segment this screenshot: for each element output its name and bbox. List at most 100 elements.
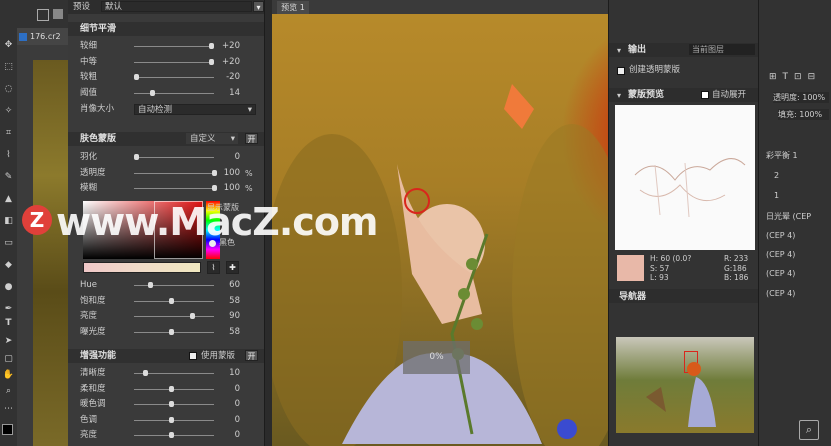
option-icon[interactable] xyxy=(53,9,63,19)
ps-layer-item[interactable]: (CEP 4) xyxy=(766,268,795,279)
eraser-tool-icon[interactable]: ◧ xyxy=(2,216,15,227)
ps-layer-item[interactable]: (CEP 4) xyxy=(766,288,795,299)
crop-tool-icon[interactable]: ⌗ xyxy=(2,128,15,139)
color-r: R: 233 xyxy=(724,254,749,263)
slider-label: 阈值 xyxy=(80,87,98,98)
use-mask-label: 使用蒙版 xyxy=(201,351,236,361)
blur-tool-icon[interactable]: ◆ xyxy=(2,260,15,271)
portrait-size-dropdown[interactable]: 自动检测 ▾ xyxy=(134,104,256,115)
preview-tab-bar xyxy=(272,0,608,14)
slider-thumb[interactable] xyxy=(169,328,175,335)
slider-value: 10 xyxy=(229,368,240,378)
lasso-tool-icon[interactable]: ◌ xyxy=(2,84,15,95)
mask-preview-art xyxy=(634,158,746,218)
pen-tool-icon[interactable]: ✒ xyxy=(2,304,15,315)
ps-layer-item[interactable]: (CEP 4) xyxy=(766,249,795,260)
shape-tool-icon[interactable]: ▢ xyxy=(2,354,15,365)
slider-thumb[interactable] xyxy=(190,313,196,319)
slider-thumb[interactable] xyxy=(169,432,175,438)
navigator-thumbnail[interactable] xyxy=(616,337,754,433)
ps-layer-item[interactable]: 彩平衡 1 xyxy=(766,150,798,161)
progress-text: 0% xyxy=(429,352,444,362)
ps-document-tab[interactable]: 176.cr2 xyxy=(17,28,68,45)
eyedropper-icon[interactable]: ⌇ xyxy=(2,150,15,161)
slider-label: 暖色调 xyxy=(80,399,106,409)
magic-wand-icon[interactable]: ✧ xyxy=(2,106,15,117)
new-mask-checkbox[interactable] xyxy=(617,67,625,75)
eyedropper-plus-icon[interactable]: ✚ xyxy=(226,261,239,274)
dodge-tool-icon[interactable]: ● xyxy=(2,282,15,293)
slider-thumb[interactable] xyxy=(169,385,175,392)
move-tool-icon[interactable]: ✥ xyxy=(2,40,15,51)
color-l: L: 93 xyxy=(650,273,669,282)
ps-layer-item[interactable]: 2 xyxy=(774,170,779,181)
slider-track[interactable] xyxy=(134,77,214,78)
preset-menu-button[interactable]: ▾ xyxy=(253,1,264,12)
slider-track[interactable] xyxy=(134,61,214,63)
slider-value: -20 xyxy=(226,72,240,82)
preview-tab[interactable]: 预览 1 xyxy=(277,1,309,14)
slider-thumb[interactable] xyxy=(134,74,139,80)
slider-thumb[interactable] xyxy=(169,416,175,423)
slider-thumb[interactable] xyxy=(143,370,149,376)
slider-thumb[interactable] xyxy=(134,154,139,160)
stamp-tool-icon[interactable]: ▲ xyxy=(2,194,15,205)
slider-thumb[interactable] xyxy=(169,297,175,304)
ps-layer-item[interactable]: 1 xyxy=(774,190,779,201)
ps-fill-label[interactable]: 填充: 100% xyxy=(778,109,829,120)
slider-row: 亮度 90 xyxy=(68,310,264,323)
slider-thumb[interactable] xyxy=(148,282,154,288)
output-value: 当前图层 xyxy=(692,45,724,54)
output-dropdown[interactable]: 当前图层 xyxy=(689,44,755,55)
ps-opacity-label[interactable]: 透明度: 100% xyxy=(773,92,829,103)
collapse-icon: ▾ xyxy=(617,46,622,55)
use-mask-checkbox[interactable] xyxy=(189,352,197,360)
ps-layer-item[interactable]: (CEP 4) xyxy=(766,230,795,241)
auto-expand-checkbox[interactable] xyxy=(701,91,709,99)
ps-layer-item[interactable]: 日光晕 (CEP xyxy=(766,211,811,222)
slider-track[interactable] xyxy=(134,172,214,174)
gradient-tool-icon[interactable]: ▭ xyxy=(2,238,15,249)
skin-mask-mode-dropdown[interactable]: 自定义 ▾ xyxy=(186,133,238,144)
watermark-text: www.MacZ.com xyxy=(56,200,379,244)
enhance-toggle-button[interactable]: 开 xyxy=(245,350,258,361)
brush-tool-icon[interactable]: ✎ xyxy=(2,172,15,183)
slider-thumb[interactable] xyxy=(169,401,175,407)
slider-row: 色调 0 xyxy=(68,414,264,427)
ps-document-image xyxy=(33,60,68,446)
slider-track[interactable] xyxy=(134,316,214,317)
slider-track[interactable] xyxy=(134,46,214,47)
slider-row: 柔和度 0 xyxy=(68,383,264,396)
slider-track[interactable] xyxy=(134,285,214,286)
eyedropper-icon[interactable]: ⌇ xyxy=(207,261,220,274)
slider-value: 100 xyxy=(223,183,240,193)
mask-preview-title: 蒙版预览 xyxy=(628,90,665,100)
slider-label: 中等 xyxy=(80,56,98,67)
slider-label: 曝光度 xyxy=(80,326,106,337)
option-icon[interactable] xyxy=(37,9,49,21)
marquee-tool-icon[interactable]: ⬚ xyxy=(2,62,15,73)
slider-value: +20 xyxy=(222,56,240,67)
slider-track[interactable] xyxy=(134,92,214,94)
slider-row: 亮度 0 xyxy=(68,429,264,442)
search-icon[interactable]: ⌕ xyxy=(799,420,819,440)
foreground-color-swatch[interactable] xyxy=(2,424,13,435)
brush-cursor xyxy=(404,188,430,214)
slider-thumb[interactable] xyxy=(208,58,214,65)
slider-track[interactable] xyxy=(134,188,214,189)
detail-section-header[interactable]: 细节平滑 xyxy=(68,22,264,36)
slider-thumb[interactable] xyxy=(149,89,155,96)
preset-dropdown[interactable]: 默认 xyxy=(101,1,252,12)
zoom-tool-icon[interactable]: ⌕ xyxy=(2,386,15,397)
preset-label: 预设 xyxy=(73,2,91,12)
slider-label: 柔和度 xyxy=(80,383,106,394)
layer-filter-icons[interactable]: ⊞T⊡⊟ xyxy=(769,72,821,82)
skin-mask-toggle-button[interactable]: 开 xyxy=(245,133,258,144)
path-select-icon[interactable]: ➤ xyxy=(2,336,15,347)
type-tool-icon[interactable]: T xyxy=(2,318,15,329)
hand-tool-icon[interactable]: ✋ xyxy=(2,370,15,381)
slider-thumb[interactable] xyxy=(208,43,214,49)
slider-value: 58 xyxy=(229,295,240,306)
more-tools-icon[interactable]: ⋯ xyxy=(2,404,15,415)
slider-track[interactable] xyxy=(134,157,214,158)
